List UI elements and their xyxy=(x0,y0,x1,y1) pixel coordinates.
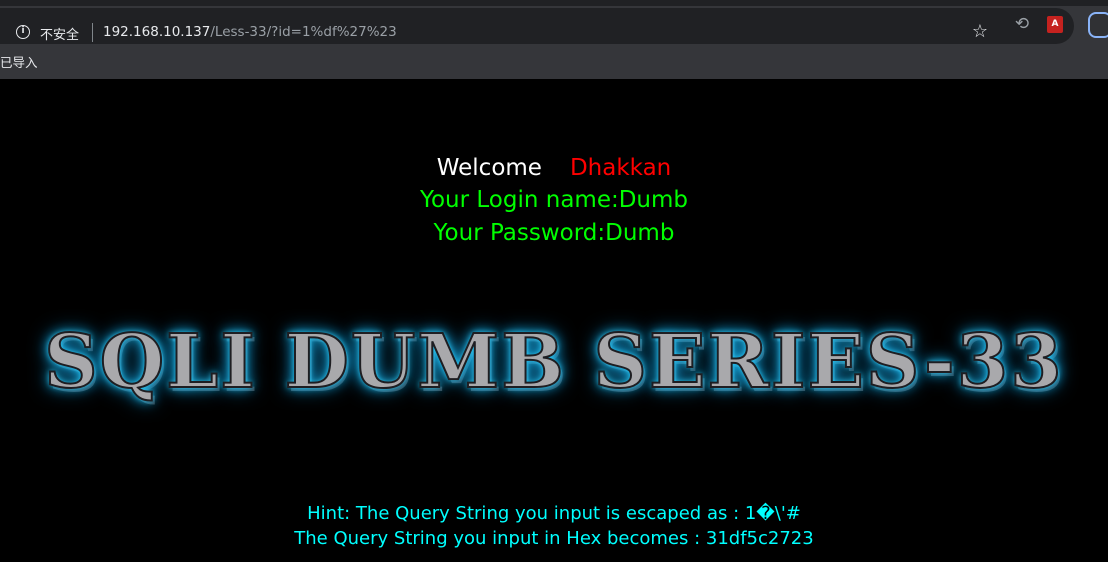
url-path[interactable]: /Less-33/?id=1%df%27%23 xyxy=(210,24,396,40)
hint-hex: The Query String you input in Hex become… xyxy=(294,528,814,549)
series-banner: SQLI DUMB SERIES-33 xyxy=(0,318,1108,419)
address-separator xyxy=(92,23,93,42)
pdf-icon[interactable]: A xyxy=(1047,16,1063,33)
password-line: Your Password:Dumb xyxy=(433,220,675,246)
hint-escaped: Hint: The Query String you input is esca… xyxy=(307,503,801,524)
welcome-line: Welcome Dhakkan xyxy=(0,155,1108,181)
info-icon[interactable]: i xyxy=(16,25,30,39)
extension-icon[interactable] xyxy=(1088,12,1108,38)
star-icon[interactable]: ☆ xyxy=(970,22,990,42)
history-icon[interactable]: ⟲ xyxy=(1012,14,1032,34)
banner-title: SQLI DUMB SERIES-33 xyxy=(43,318,1064,406)
url-text[interactable]: 192.168.10.137/Less-33/?id=1%df%27%23 xyxy=(103,24,397,40)
address-bar[interactable]: i 不安全 192.168.10.137/Less-33/?id=1%df%27… xyxy=(0,8,1074,44)
url-host[interactable]: 192.168.10.137 xyxy=(103,24,210,40)
page-content: Welcome Dhakkan Your Login name:Dumb Your… xyxy=(0,79,1108,562)
security-label[interactable]: 不安全 xyxy=(40,24,79,43)
login-name: Your Login name:Dumb xyxy=(419,187,689,213)
bookmark-imported[interactable]: 已导入 xyxy=(0,52,38,71)
browser-chrome: i 不安全 192.168.10.137/Less-33/?id=1%df%27… xyxy=(0,0,1108,79)
welcome-name: Dhakkan xyxy=(569,155,672,181)
welcome-label: Welcome xyxy=(436,155,542,181)
tab-strip xyxy=(0,0,1108,6)
